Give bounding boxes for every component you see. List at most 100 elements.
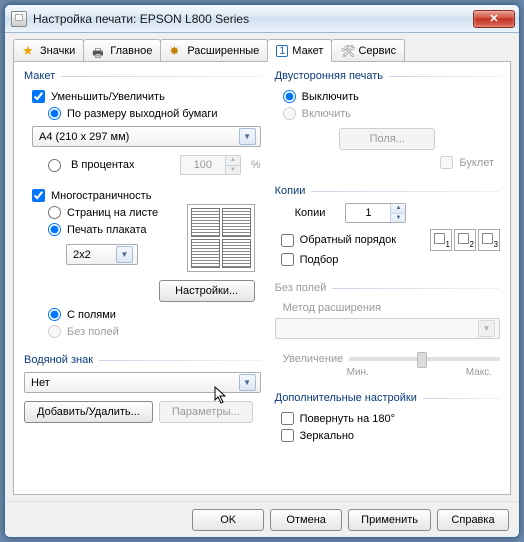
poster-preview xyxy=(187,204,255,272)
borderless-row: Без полей xyxy=(24,323,261,340)
titlebar: Настройка печати: EPSON L800 Series ✕ xyxy=(5,5,519,33)
collate-checkbox[interactable] xyxy=(281,253,294,266)
poster-radio[interactable] xyxy=(48,223,61,236)
poster-size-value: 2x2 xyxy=(73,249,91,261)
mirror-row[interactable]: Зеркально xyxy=(275,427,500,444)
tab-badges[interactable]: ★ Значки xyxy=(13,39,84,62)
multipage-settings-button[interactable]: Настройки... xyxy=(159,280,255,302)
fit-output-radio-row[interactable]: По размеру выходной бумаги xyxy=(24,105,261,122)
duplex-margins-button: Поля... xyxy=(339,128,435,150)
tab-badges-label: Значки xyxy=(40,45,75,57)
duplex-off-row[interactable]: Выключить xyxy=(275,88,500,105)
tab-advanced[interactable]: ✸ Расширенные xyxy=(160,39,268,62)
chevron-down-icon: ▼ xyxy=(116,246,133,263)
watermark-dropdown[interactable]: Нет ▼ xyxy=(24,372,261,393)
duplex-off-radio[interactable] xyxy=(283,90,296,103)
tab-service[interactable]: 🛠 Сервис xyxy=(331,39,405,62)
duplex-group: Двусторонняя печать Выключить Включить П… xyxy=(275,70,500,171)
copies-spinner[interactable]: 1 ▲ ▼ xyxy=(345,203,406,223)
multipage-label: Многостраничность xyxy=(51,190,151,202)
collate-icons: 1 2 3 xyxy=(430,229,500,251)
dialog-buttons: OK Отмена Применить Справка xyxy=(5,501,519,537)
left-column: Макет Уменьшить/Увеличить По размеру вых… xyxy=(24,70,261,486)
chevron-down-icon: ▼ xyxy=(239,128,256,145)
poster-label: Печать плаката xyxy=(67,224,147,236)
reverse-order-checkbox[interactable] xyxy=(281,234,294,247)
duplex-on-radio xyxy=(283,107,296,120)
close-button[interactable]: ✕ xyxy=(473,10,515,28)
watermark-add-remove-button[interactable]: Добавить/Удалить... xyxy=(24,401,153,423)
with-borders-radio[interactable] xyxy=(48,308,61,321)
multipage-checkbox[interactable] xyxy=(32,189,45,202)
booklet-row: Буклет xyxy=(275,154,500,171)
collate-icon-3: 3 xyxy=(478,229,500,251)
duplex-on-row: Включить xyxy=(275,105,500,122)
spin-up-icon[interactable]: ▲ xyxy=(390,204,405,214)
with-borders-label: С полями xyxy=(67,309,116,321)
watermark-value: Нет xyxy=(31,377,50,389)
copies-group: Копии Копии 1 ▲ ▼ Обратный порядок xyxy=(275,185,500,268)
copies-label: Копии xyxy=(295,207,326,219)
booklet-label: Буклет xyxy=(459,157,494,169)
tab-strip: ★ Значки 🖶 Главное ✸ Расширенные 1 Макет… xyxy=(5,33,519,62)
preview-page xyxy=(191,208,220,237)
duplex-title: Двусторонняя печать xyxy=(275,70,500,82)
poster-row[interactable]: Печать плаката xyxy=(24,221,187,238)
layout-group: Макет Уменьшить/Увеличить По размеру вых… xyxy=(24,70,261,340)
tab-layout[interactable]: 1 Макет xyxy=(267,39,332,62)
preview-page xyxy=(191,239,220,268)
slider-max-label: Макс. xyxy=(466,367,492,378)
tab-main-label: Главное xyxy=(110,45,152,57)
multipage-check-row[interactable]: Многостраничность xyxy=(24,187,261,204)
reduce-enlarge-check[interactable]: Уменьшить/Увеличить xyxy=(24,88,261,105)
pages-per-sheet-row[interactable]: Страниц на листе xyxy=(24,204,187,221)
poster-size-dropdown[interactable]: 2x2 ▼ xyxy=(66,244,138,265)
paper-size-value: А4 (210 x 297 мм) xyxy=(39,131,129,143)
spin-down-icon[interactable]: ▼ xyxy=(390,214,405,223)
ok-button[interactable]: OK xyxy=(192,509,264,531)
reverse-order-label: Обратный порядок xyxy=(300,234,396,246)
collate-row[interactable]: Подбор xyxy=(275,251,500,268)
percent-label: В процентах xyxy=(71,159,135,171)
help-button[interactable]: Справка xyxy=(437,509,509,531)
apply-button[interactable]: Применить xyxy=(348,509,431,531)
rotate-checkbox[interactable] xyxy=(281,412,294,425)
paper-size-dropdown[interactable]: А4 (210 x 297 мм) ▼ xyxy=(32,126,261,147)
watermark-group: Водяной знак Нет ▼ Добавить/Удалить... П… xyxy=(24,354,261,423)
percent-radio[interactable] xyxy=(48,159,61,172)
rotate-row[interactable]: Повернуть на 180° xyxy=(275,410,500,427)
close-icon: ✕ xyxy=(489,12,498,25)
watermark-params-button: Параметры... xyxy=(159,401,253,423)
mirror-label: Зеркально xyxy=(300,430,354,442)
fit-output-label: По размеру выходной бумаги xyxy=(67,108,218,120)
mirror-checkbox[interactable] xyxy=(281,429,294,442)
chevron-down-icon: ▼ xyxy=(239,374,256,391)
percent-value: 100 xyxy=(181,156,225,174)
cancel-button[interactable]: Отмена xyxy=(270,509,342,531)
duplex-on-label: Включить xyxy=(302,108,351,120)
enlarge-label: Увеличение xyxy=(283,353,344,365)
spin-down-icon: ▼ xyxy=(225,166,240,175)
pages-per-sheet-radio[interactable] xyxy=(48,206,61,219)
collate-icon-1: 1 xyxy=(430,229,452,251)
window-title: Настройка печати: EPSON L800 Series xyxy=(33,12,473,26)
rotate-label: Повернуть на 180° xyxy=(300,413,395,425)
percent-radio-row: В процентах 100 ▲ ▼ % xyxy=(24,153,261,177)
with-borders-row[interactable]: С полями xyxy=(24,306,261,323)
fit-output-radio[interactable] xyxy=(48,107,61,120)
pages-per-sheet-label: Страниц на листе xyxy=(67,207,158,219)
star-icon: ★ xyxy=(22,44,36,58)
reduce-enlarge-checkbox[interactable] xyxy=(32,90,45,103)
tab-main[interactable]: 🖶 Главное xyxy=(83,39,161,62)
printer-icon xyxy=(11,11,27,27)
reduce-enlarge-label: Уменьшить/Увеличить xyxy=(51,91,165,103)
collate-icon-2: 2 xyxy=(454,229,476,251)
right-column: Двусторонняя печать Выключить Включить П… xyxy=(275,70,500,486)
copies-value: 1 xyxy=(346,204,390,222)
extra-title: Дополнительные настройки xyxy=(275,392,500,404)
collate-label: Подбор xyxy=(300,254,339,266)
spin-up-icon: ▲ xyxy=(225,156,240,166)
layout-icon: 1 xyxy=(276,45,288,57)
printer-small-icon: 🖶 xyxy=(92,44,106,58)
layout-group-title: Макет xyxy=(24,70,261,82)
